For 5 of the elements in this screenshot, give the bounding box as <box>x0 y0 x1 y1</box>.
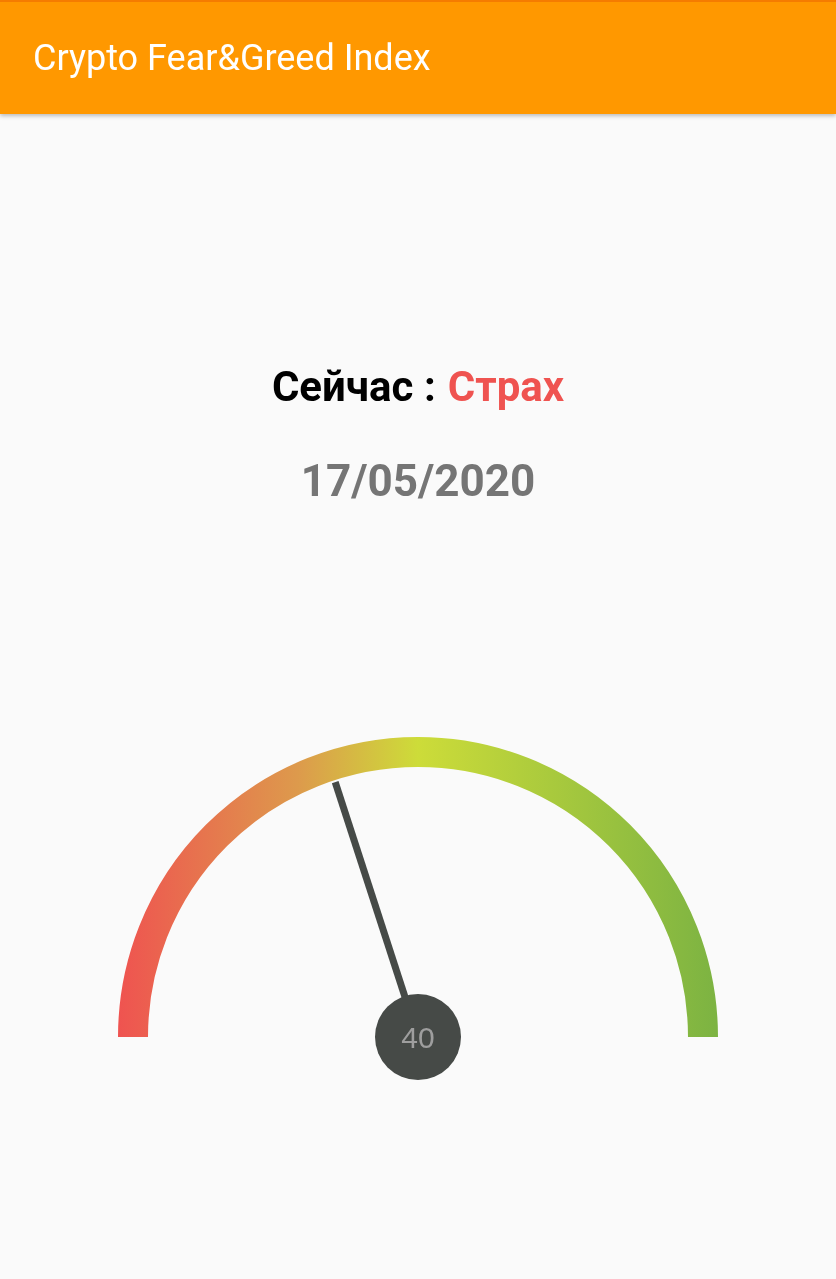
app-title: Crypto Fear&Greed Index <box>33 37 431 79</box>
status-label: Сейчас : <box>271 362 436 411</box>
status-value: Страх <box>447 362 565 411</box>
date-text: 17/05/2020 <box>300 455 536 507</box>
gauge-reading: 40 <box>401 1021 435 1054</box>
